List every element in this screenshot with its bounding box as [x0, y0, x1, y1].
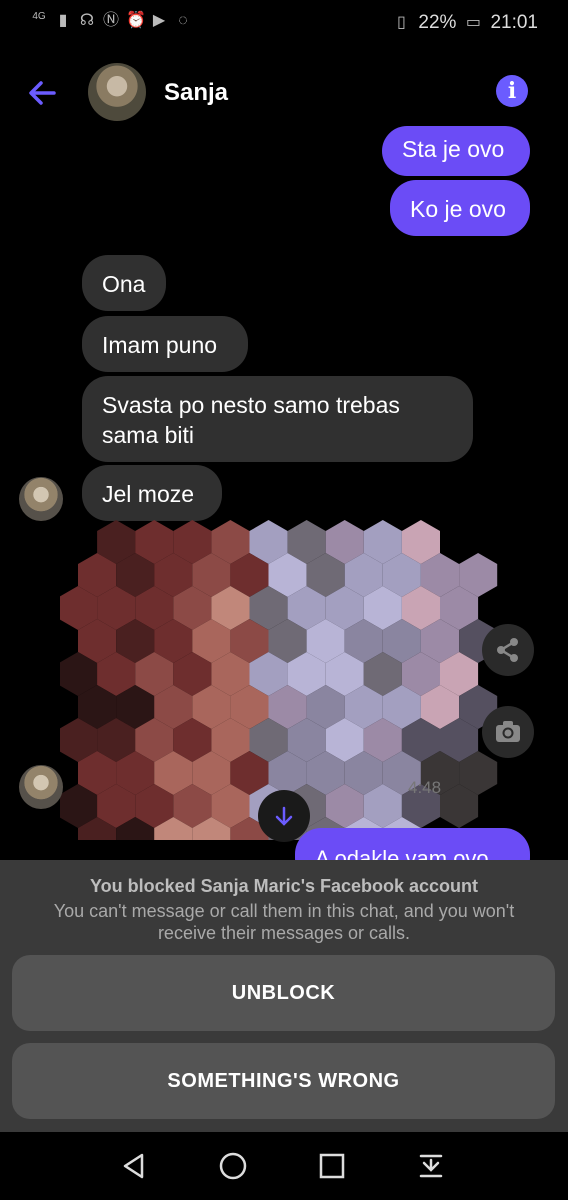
message-timestamp: 4:48: [408, 778, 442, 797]
alarm-icon: ⏰: [126, 12, 146, 29]
message-in[interactable]: Imam puno: [82, 316, 248, 372]
unblock-button[interactable]: UNBLOCK: [12, 955, 555, 1031]
blocked-description: You can't message or call them in this c…: [53, 901, 515, 943]
nav-back-button[interactable]: [114, 1146, 154, 1186]
message-out[interactable]: Ko je ovo: [390, 180, 530, 236]
headphones-icon: ☊: [79, 12, 95, 29]
nav-recents-button[interactable]: [312, 1146, 352, 1186]
pull-down-icon: [419, 1154, 443, 1178]
nfc-icon: Ⓝ: [102, 12, 119, 29]
back-arrow-icon: [29, 81, 56, 105]
contact-name[interactable]: Sanja: [164, 79, 228, 107]
system-nav-bar: [0, 1132, 568, 1200]
blocked-title: You blocked Sanja Maric's Facebook accou…: [89, 876, 479, 896]
sender-avatar: [19, 765, 63, 809]
youtube-icon: ▶: [152, 12, 166, 29]
nav-notifications-button[interactable]: [411, 1146, 451, 1186]
blocked-panel: You blocked Sanja Maric's Facebook accou…: [0, 860, 568, 1132]
signal-icon: ▮: [58, 12, 68, 29]
message-out[interactable]: Sta je ovo: [382, 126, 530, 176]
battery-icon: ▭: [465, 14, 482, 31]
vibrate-icon: ▯: [397, 14, 406, 31]
battery-percent: 22%: [418, 12, 457, 33]
triangle-back-icon: [123, 1153, 144, 1179]
status-bar: 4G ▮ ☊ Ⓝ ⏰ ▶ ◌ ▯ 22% ▭ 21:01: [0, 0, 568, 48]
unblock-label: UNBLOCK: [231, 981, 336, 1004]
camera-button[interactable]: [482, 706, 534, 758]
message-in[interactable]: Svasta po nesto samo trebas sama biti: [82, 376, 473, 462]
info-icon: i: [507, 78, 517, 104]
share-button[interactable]: [482, 624, 534, 676]
status-icons-left: 4G ▮ ☊ Ⓝ ⏰ ▶ ◌: [30, 12, 192, 30]
chat-header: Sanja i: [0, 55, 568, 130]
circle-home-icon: [219, 1152, 247, 1180]
info-button[interactable]: i: [496, 75, 528, 107]
network-4g-icon: 4G: [32, 11, 46, 22]
square-recents-icon: [319, 1153, 345, 1179]
contact-avatar[interactable]: [88, 63, 146, 121]
messenger-icon: ◌: [178, 12, 188, 29]
arrow-down-icon: [275, 806, 293, 826]
message-in[interactable]: Ona: [82, 255, 166, 311]
sender-avatar: [19, 477, 63, 521]
something-wrong-button[interactable]: SOMETHING'S WRONG: [12, 1043, 555, 1119]
nav-home-button[interactable]: [213, 1146, 253, 1186]
status-icons-right: ▯ 22% ▭ 21:01: [392, 12, 538, 34]
clock: 21:01: [490, 12, 538, 33]
something-wrong-label: SOMETHING'S WRONG: [167, 1069, 400, 1092]
share-icon: [497, 638, 518, 662]
camera-icon: [496, 721, 520, 742]
back-button[interactable]: [24, 73, 64, 113]
message-in[interactable]: Jel moze: [82, 465, 222, 521]
